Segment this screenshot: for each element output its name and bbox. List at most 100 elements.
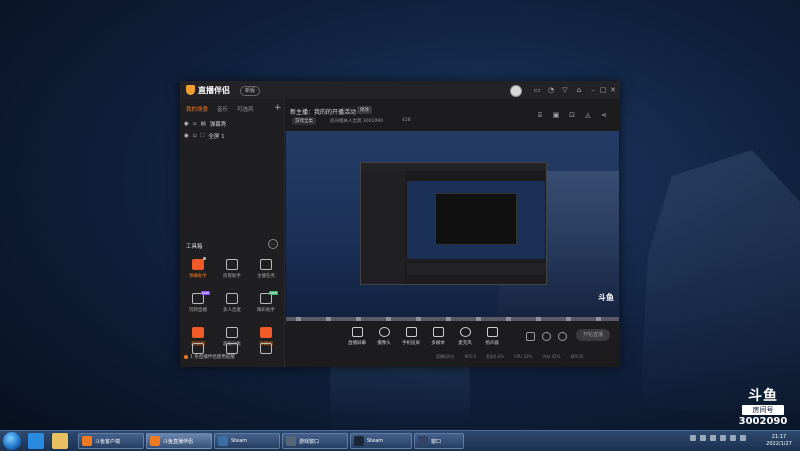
watermark-logo: 斗鱼 [748, 388, 778, 404]
tool-vip[interactable] [218, 343, 246, 354]
taskbar-item[interactable]: 斗鱼直播伴侣 [146, 433, 212, 449]
start-button[interactable] [3, 432, 21, 450]
danmu-image-icon [260, 327, 272, 338]
desktop-wallpaper-structure [640, 150, 800, 410]
eye-icon[interactable] [542, 332, 551, 341]
volume-icon[interactable] [700, 435, 706, 441]
source-row[interactable]: ◉ ▫ ▤ 弹幕秀 [184, 119, 226, 129]
tool-multi-mic[interactable]: 多人连麦 [218, 293, 246, 323]
phone-cast-button[interactable]: 手机投屏 [397, 327, 425, 353]
minimize-icon[interactable]: – [589, 86, 597, 94]
filter-icon[interactable]: ▽ [561, 86, 569, 94]
system-tray [690, 435, 746, 441]
tool-label: 房管助手 [223, 274, 241, 279]
preview-watermark: 斗鱼 [598, 293, 614, 302]
preview-nested-canvas [407, 181, 545, 259]
tab-music[interactable]: 音乐 [217, 105, 228, 113]
bag-icon[interactable]: ▣ [552, 111, 560, 119]
taskbar-item[interactable]: Steam [214, 433, 280, 449]
clock[interactable]: 21:17 2022/1/27 [760, 434, 798, 448]
status-item: 帧0/26 [570, 354, 584, 359]
taskbar-label: 窗口 [431, 438, 442, 445]
media-button[interactable]: 多媒体 [424, 327, 452, 353]
taskbar-item[interactable]: Steam [350, 433, 412, 449]
tool-download[interactable] [252, 343, 280, 354]
preview-nested-titlebar [361, 163, 546, 171]
more-tool-icon [192, 343, 204, 354]
task-icon [260, 259, 272, 270]
speaker-button[interactable]: 扬声器 [478, 327, 506, 353]
tool-more[interactable] [184, 343, 212, 354]
window-icon [418, 436, 428, 446]
source-row[interactable]: ◉ ▫ ⛶ 全屏 1 [184, 131, 225, 141]
status-item: CPU 22% [514, 354, 533, 359]
status-item: 丢帧0.0% [485, 354, 505, 359]
message-icon[interactable]: ▭ [533, 86, 541, 94]
network-icon[interactable] [690, 435, 696, 441]
start-live-button[interactable]: 开始直播 [576, 329, 610, 341]
source-label: 弹幕秀 [209, 122, 227, 128]
tool-highlight-helper[interactable]: new 精彩助手 [252, 291, 280, 323]
room-category[interactable]: 游戏全类 [292, 117, 316, 125]
shirt-icon[interactable]: ⌂ [575, 86, 583, 94]
clock-time: 21:17 [771, 434, 787, 440]
settings-icon[interactable] [558, 332, 567, 341]
tray-app-icon[interactable] [710, 435, 716, 441]
tool-danmu-helper[interactable]: 弹幕助手 [184, 257, 212, 289]
notice-icon [184, 355, 188, 359]
tool-play-live[interactable]: new 玩转直播 [184, 291, 212, 323]
live-preview[interactable]: 斗鱼 [286, 131, 619, 317]
button-label: 多媒体 [431, 341, 445, 346]
super-object-icon [226, 327, 238, 338]
taskbar-item[interactable]: 斗鱼客户端 [78, 433, 144, 449]
lock-icon[interactable]: ▫ [193, 121, 197, 127]
super-image-icon [192, 327, 204, 338]
tool-dot [203, 257, 206, 260]
sidebar: 我的场景 音乐 可选风 + ◉ ▫ ▤ 弹幕秀 ◉ ▫ ⛶ 全屏 1 工具箱 …… [180, 99, 285, 367]
edit-title-button[interactable]: 修改 [357, 106, 372, 114]
button-label: 麦克风 [458, 341, 472, 346]
ie-icon[interactable] [28, 433, 44, 449]
screen-capture-button[interactable]: 直播屏幕 [343, 327, 371, 353]
app-name: 直播伴侣 [198, 85, 230, 95]
lock-icon[interactable]: ⊡ [568, 111, 576, 119]
eye-icon[interactable]: ◉ [184, 121, 189, 127]
maximize-icon[interactable]: □ [599, 86, 607, 94]
tool-room-manager[interactable]: 房管助手 [218, 259, 246, 289]
camera-button[interactable]: 摄像头 [370, 327, 398, 353]
taskbar-item[interactable]: 窗口 [414, 433, 464, 449]
explorer-icon[interactable] [52, 433, 68, 449]
button-label: 手机投屏 [402, 341, 420, 346]
bell-icon[interactable]: ◬ [584, 111, 592, 119]
share-icon[interactable]: ⋖ [600, 111, 608, 119]
notice-text: 1 条直播伴侣使用提醒 [190, 355, 235, 360]
tab-my-scenes[interactable]: 我的场景 [186, 105, 208, 113]
source-type-icon: ▤ [200, 121, 206, 127]
tool-task[interactable]: 主播任务 [252, 259, 280, 289]
tab-style[interactable]: 可选风 [237, 105, 254, 113]
media-icon [432, 327, 444, 337]
control-bar: 直播屏幕 摄像头 手机投屏 多媒体 麦克风 扬声器 开始直播 直播码0分 8P5… [286, 321, 620, 367]
avatar[interactable] [510, 85, 522, 97]
tray-app-icon[interactable] [730, 435, 736, 441]
preview-nested-inner [435, 193, 517, 245]
lock-icon[interactable]: ▫ [193, 133, 197, 139]
danmu-helper-icon [192, 259, 204, 270]
usage-notice[interactable]: 1 条直播伴侣使用提醒 [184, 354, 235, 360]
microphone-button[interactable]: 麦克风 [451, 327, 479, 353]
close-icon[interactable]: ✕ [609, 86, 617, 94]
steam-icon [354, 436, 364, 446]
add-scene-icon[interactable]: + [274, 103, 282, 113]
phone-cast-icon [405, 327, 417, 337]
bell-icon[interactable]: ◔ [547, 86, 555, 94]
tools-more-icon[interactable]: … [268, 239, 278, 249]
version-pill[interactable]: 新版 [240, 86, 261, 96]
app-logo-icon [186, 85, 195, 95]
room-manager-icon [226, 259, 238, 270]
tray-app-icon[interactable] [720, 435, 726, 441]
record-icon[interactable] [526, 332, 535, 341]
gift-icon[interactable]: ⌸ [536, 111, 544, 119]
taskbar-item[interactable]: 游戏窗口 [282, 433, 348, 449]
eye-icon[interactable]: ◉ [184, 133, 189, 139]
tray-app-icon[interactable] [740, 435, 746, 441]
